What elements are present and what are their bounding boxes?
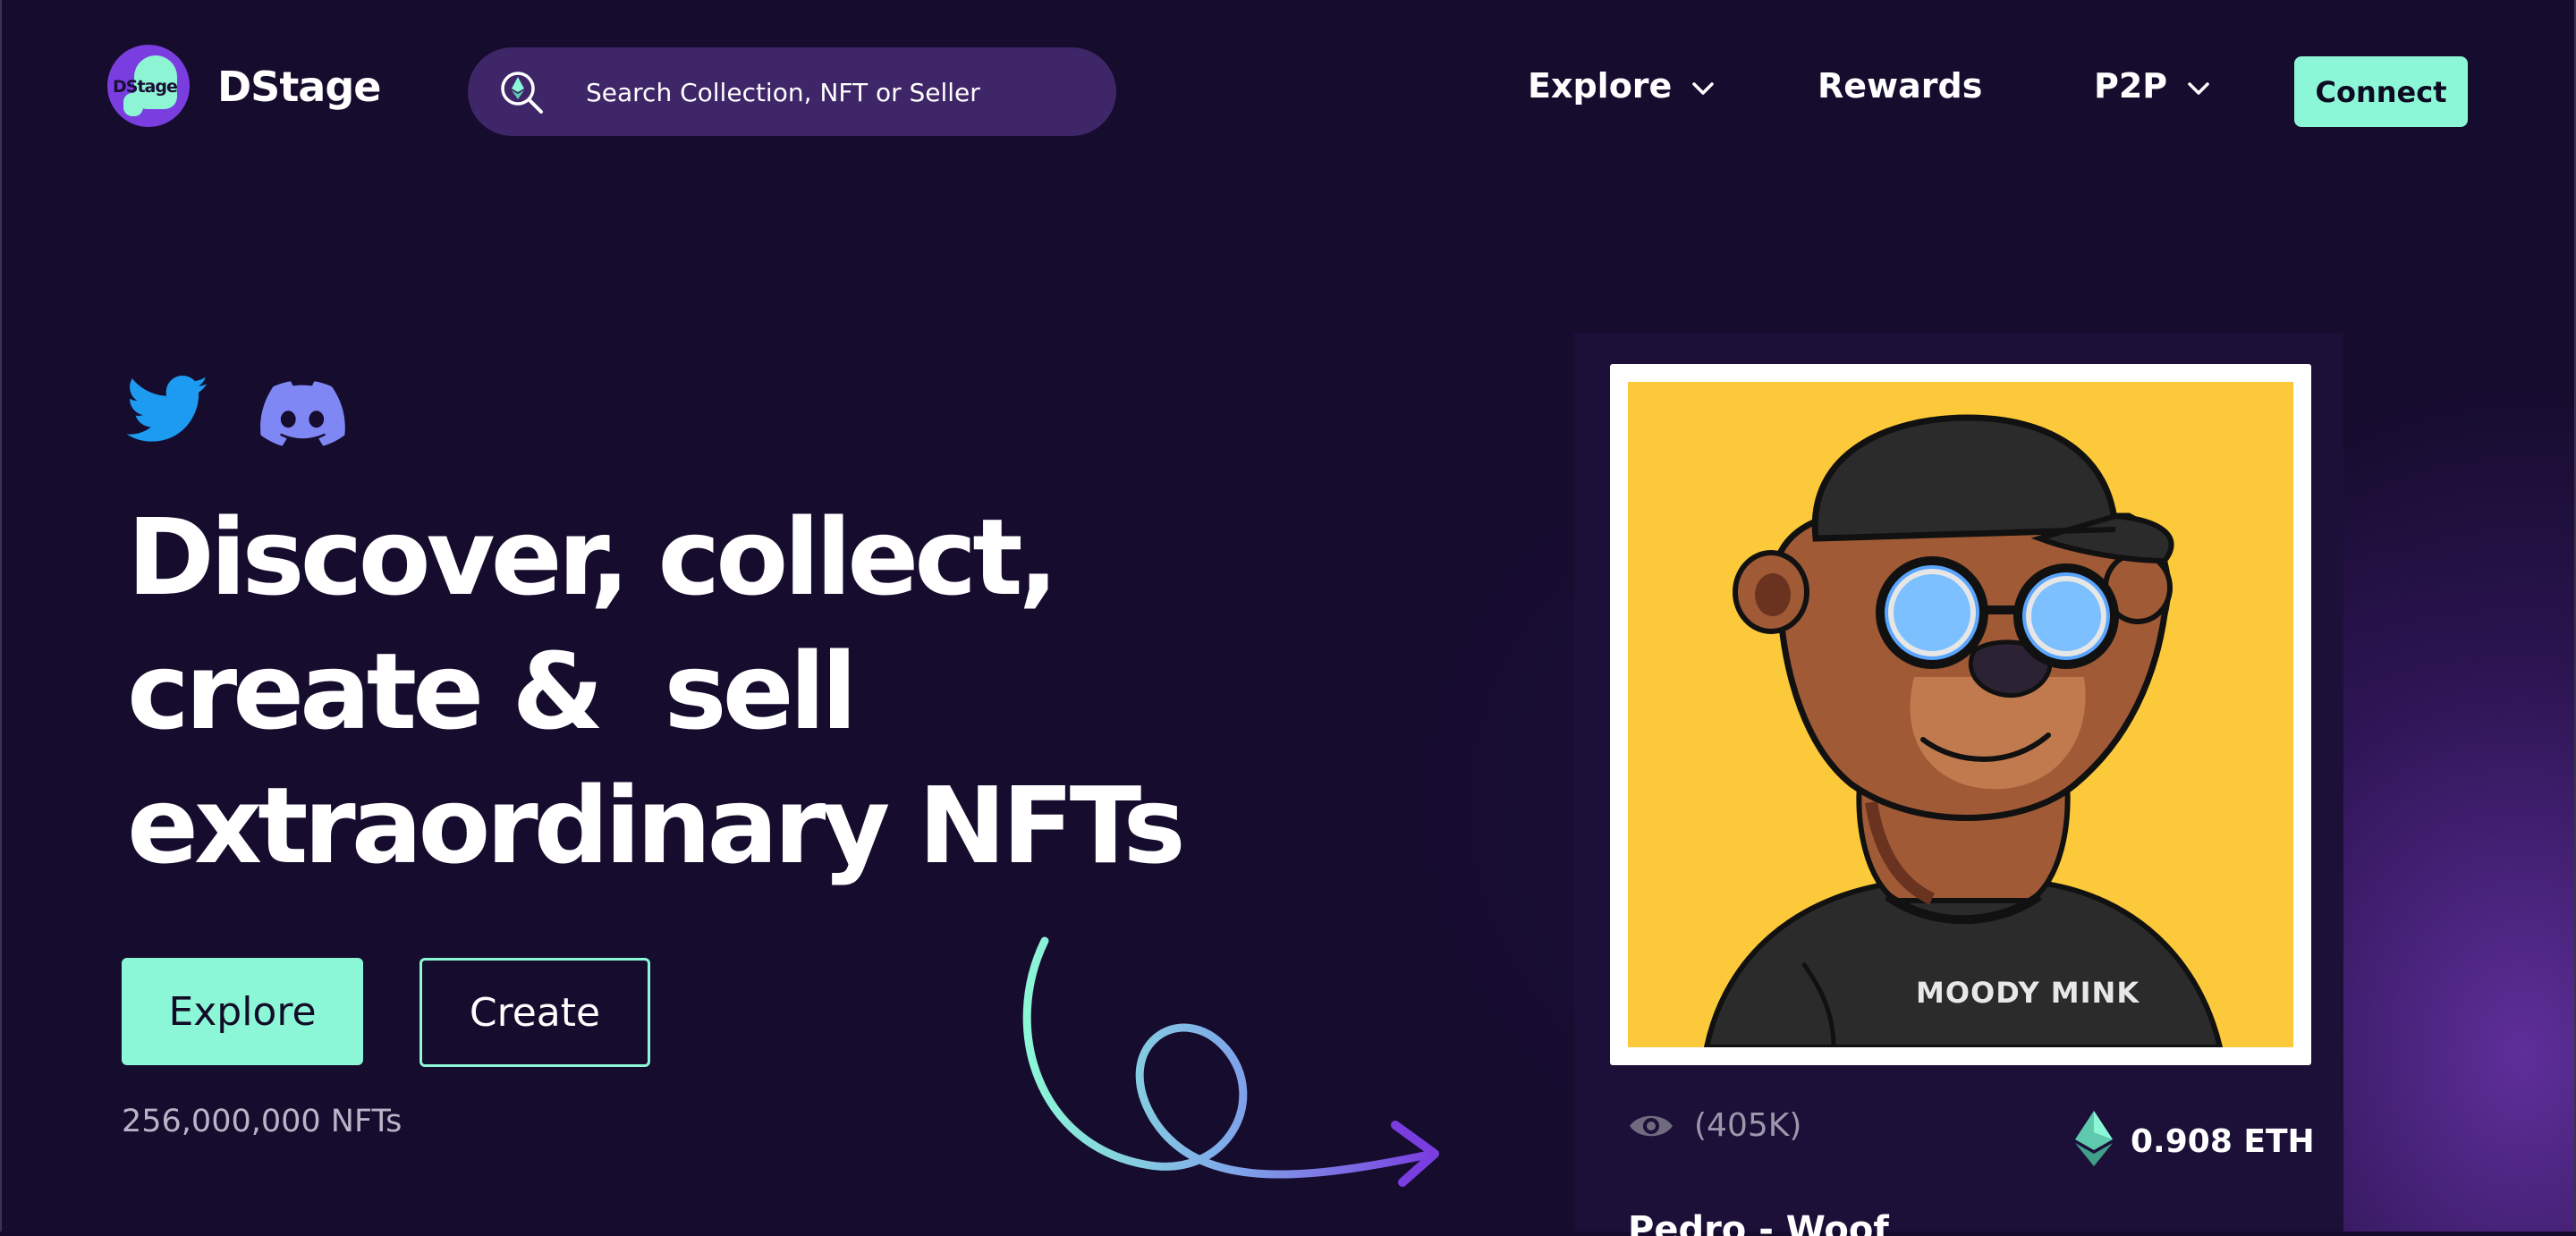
create-button[interactable]: Create (419, 958, 650, 1067)
nft-title[interactable]: Pedro - Woof (1628, 1209, 2075, 1236)
artwork-shirt-text: MOODY MINK (1916, 976, 2140, 1010)
discord-icon[interactable] (259, 379, 345, 447)
search-bar[interactable] (468, 47, 1116, 136)
views-value: (405K) (1694, 1107, 1802, 1144)
hero-headline-line: extraordinary NFTs (127, 764, 1186, 887)
views-count: (405K) (1628, 1107, 1801, 1144)
brand-logo[interactable]: DStage (107, 45, 190, 127)
ethereum-icon (2075, 1111, 2113, 1166)
nav-explore[interactable]: Explore (1528, 66, 1715, 106)
featured-nft-card[interactable]: MOODY MINK (405K) 0.908 ETH Pedro - Woof (1574, 333, 2343, 1236)
twitter-icon[interactable] (127, 374, 209, 445)
window-edge-left (0, 0, 2, 1232)
connect-button[interactable]: Connect (2294, 56, 2468, 127)
price-value: 0.908 ETH (2131, 1122, 2315, 1160)
mink-artwork-illustration (1703, 414, 2224, 1047)
swirl-arrow-decoration (1022, 936, 1439, 1187)
logo-text: DStage (113, 77, 178, 97)
eye-icon (1630, 1115, 1673, 1136)
hero-headline-line: create & sell (127, 630, 858, 753)
brand-name[interactable]: DStage (217, 63, 381, 111)
nft-price: 0.908 ETH (2075, 1111, 2315, 1166)
nav-rewards[interactable]: Rewards (1818, 66, 1982, 106)
nav-p2p[interactable]: P2P (2094, 66, 2210, 106)
search-icon (501, 72, 543, 114)
nav-p2p-label: P2P (2094, 66, 2168, 106)
nav-explore-label: Explore (1528, 66, 1673, 106)
nft-artwork[interactable]: MOODY MINK (1628, 382, 2293, 1047)
nft-title-text: Pedro - Woof (1628, 1209, 1889, 1236)
chevron-down-icon (1692, 82, 1715, 95)
chevron-down-icon (2188, 82, 2209, 95)
nft-count: 256,000,000 NFTs (122, 1104, 402, 1139)
nft-image-frame: MOODY MINK (1610, 364, 2311, 1065)
hero-headline: Discover, collect, create & sell extraor… (127, 490, 1290, 893)
hero-headline-line: Discover, collect, (127, 495, 1058, 619)
explore-button[interactable]: Explore (122, 958, 363, 1065)
nav-rewards-label: Rewards (1818, 66, 1983, 106)
search-input[interactable] (584, 71, 1089, 114)
